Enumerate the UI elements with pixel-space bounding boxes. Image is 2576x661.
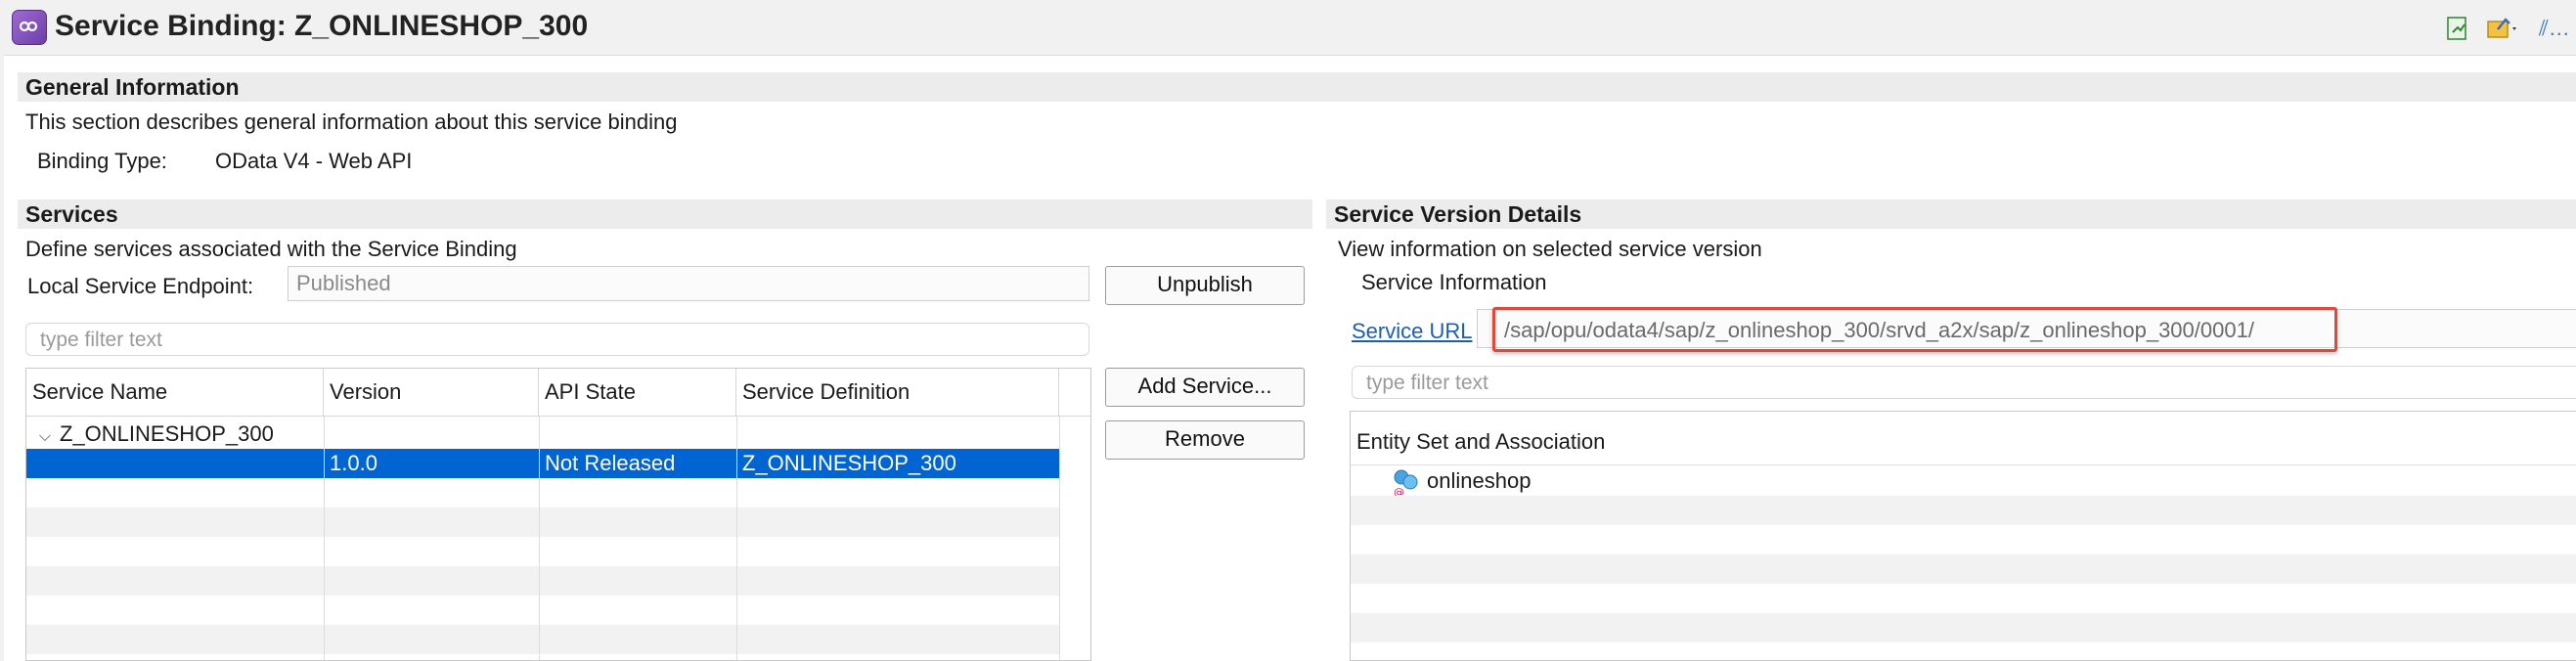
tree-row bbox=[1351, 554, 2576, 584]
column-header-api-state[interactable]: API State bbox=[539, 369, 736, 416]
remove-button[interactable]: Remove bbox=[1105, 420, 1305, 460]
table-row bbox=[26, 566, 1059, 595]
window-edge bbox=[0, 55, 4, 661]
unpublish-button[interactable]: Unpublish bbox=[1105, 266, 1305, 305]
local-service-endpoint-field: Published bbox=[288, 266, 1089, 301]
column-header-filler bbox=[1059, 369, 1090, 416]
version-details-description: View information on selected service ver… bbox=[1338, 237, 1762, 261]
entity-filter-input[interactable]: type filter text bbox=[1352, 366, 2576, 399]
entity-set-icon: @ bbox=[1392, 468, 1421, 499]
header-divider bbox=[1351, 464, 2576, 465]
table-row bbox=[26, 507, 1059, 537]
service-version-details-header: Service Version Details bbox=[1326, 199, 2576, 229]
binding-type-label: Binding Type: bbox=[37, 149, 167, 173]
services-description: Define services associated with the Serv… bbox=[25, 237, 517, 261]
tree-row bbox=[1351, 496, 2576, 525]
table-row bbox=[26, 478, 1059, 507]
general-information-header: General Information bbox=[18, 72, 2576, 102]
service-name-cell: Z_ONLINESHOP_300 bbox=[60, 421, 274, 446]
entity-set-header: Entity Set and Association bbox=[1356, 429, 1606, 454]
tree-row bbox=[1351, 584, 2576, 613]
general-description: This section describes general informati… bbox=[25, 110, 678, 134]
table-row bbox=[26, 537, 1059, 566]
export-icon[interactable] bbox=[2445, 16, 2470, 41]
services-table: Service Name Version API State Service D… bbox=[25, 368, 1091, 661]
column-header-service-name[interactable]: Service Name bbox=[26, 369, 324, 416]
service-url-link[interactable]: Service URL bbox=[1352, 319, 1472, 344]
table-row-selected[interactable]: 1.0.0 Not Released Z_ONLINESHOP_300 bbox=[26, 449, 1059, 478]
service-name-cell bbox=[26, 449, 324, 478]
add-service-button[interactable]: Add Service... bbox=[1105, 368, 1305, 407]
column-header-service-definition[interactable]: Service Definition bbox=[736, 369, 1059, 416]
table-row bbox=[26, 625, 1059, 654]
service-url-value[interactable]: /sap/opu/odata4/sap/z_onlineshop_300/srv… bbox=[1504, 318, 2254, 343]
services-header: Services bbox=[18, 199, 1312, 229]
publish-icon[interactable] bbox=[2486, 16, 2519, 41]
column-divider bbox=[736, 416, 737, 660]
column-divider bbox=[324, 416, 325, 660]
header-divider bbox=[26, 416, 1090, 417]
tree-item-onlineshop[interactable]: @ onlineshop bbox=[1351, 466, 2576, 499]
service-binding-icon bbox=[12, 10, 47, 45]
page-title: Service Binding: Z_ONLINESHOP_300 bbox=[55, 10, 589, 42]
service-information-label: Service Information bbox=[1361, 270, 1547, 294]
more-icon[interactable]: ⫽… bbox=[2539, 16, 2570, 41]
tree-row bbox=[1351, 642, 2576, 660]
services-filter-input[interactable]: type filter text bbox=[25, 323, 1089, 356]
binding-type-value: OData V4 - Web API bbox=[215, 149, 413, 173]
column-divider bbox=[1059, 416, 1060, 660]
tree-row bbox=[1351, 613, 2576, 642]
service-definition-cell: Z_ONLINESHOP_300 bbox=[742, 451, 956, 475]
local-service-endpoint-label: Local Service Endpoint: bbox=[27, 274, 254, 298]
title-bar: Service Binding: Z_ONLINESHOP_300 ⫽… bbox=[0, 0, 2576, 56]
table-row bbox=[26, 595, 1059, 625]
entity-set-label: onlineshop bbox=[1427, 468, 1532, 493]
column-divider bbox=[539, 416, 540, 660]
entity-set-tree: Entity Set and Association @ onlineshop bbox=[1350, 411, 2576, 661]
chevron-down-icon[interactable]: ⌵ bbox=[30, 422, 60, 452]
version-cell: 1.0.0 bbox=[330, 451, 378, 475]
column-header-version[interactable]: Version bbox=[324, 369, 539, 416]
table-row[interactable]: ⌵ Z_ONLINESHOP_300 bbox=[26, 419, 1059, 449]
tree-row bbox=[1351, 525, 2576, 554]
api-state-cell: Not Released bbox=[545, 451, 676, 475]
